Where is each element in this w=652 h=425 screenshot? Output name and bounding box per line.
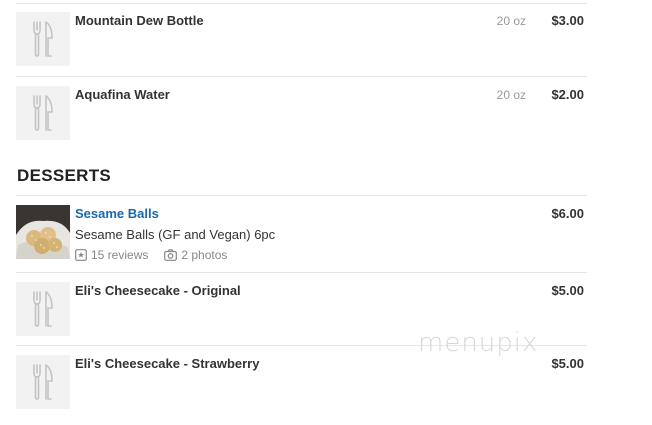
menu-item[interactable]: Sesame Balls Sesame Balls (GF and Vegan)… (16, 205, 587, 263)
item-name[interactable]: Eli's Cheesecake - Strawberry (75, 356, 259, 371)
utensils-icon-graphic (33, 95, 53, 131)
food-photo-graphic (16, 205, 70, 259)
review-icon (75, 249, 87, 261)
utensils-icon (16, 86, 70, 140)
item-price: $2.00 (551, 87, 584, 102)
menu-item[interactable]: Eli's Cheesecake - Strawberry $5.00 (16, 355, 587, 411)
menu-item[interactable]: Aquafina Water 20 oz $2.00 (16, 86, 587, 142)
reviews-link[interactable]: 15 reviews (91, 248, 148, 262)
item-size: 20 oz (496, 88, 526, 102)
item-description: Sesame Balls (GF and Vegan) 6pc (75, 227, 276, 242)
section-title: DESSERTS (17, 166, 112, 185)
item-name-link[interactable]: Sesame Balls (75, 206, 159, 221)
separator (16, 3, 587, 4)
item-price: $5.00 (551, 356, 584, 371)
utensils-icon-graphic (33, 364, 53, 400)
photos-link[interactable]: 2 photos (181, 248, 227, 262)
utensils-icon-graphic (33, 21, 53, 57)
utensils-icon (16, 12, 70, 66)
camera-icon (164, 249, 178, 261)
separator (16, 272, 587, 273)
menu-item[interactable]: Mountain Dew Bottle 20 oz $3.00 (16, 12, 587, 68)
utensils-icon (16, 355, 70, 409)
item-price: $6.00 (551, 206, 584, 221)
separator (16, 76, 587, 77)
utensils-icon (16, 282, 70, 336)
watermark-logo: menupix (418, 328, 539, 358)
utensils-icon-graphic (33, 291, 53, 327)
item-price: $3.00 (551, 13, 584, 28)
item-name[interactable]: Eli's Cheesecake - Original (75, 283, 241, 298)
separator (16, 195, 587, 196)
item-size: 20 oz (496, 14, 526, 28)
item-meta: 15 reviews 2 photos (75, 248, 227, 262)
item-name[interactable]: Mountain Dew Bottle (75, 13, 204, 28)
sesame-balls-photo[interactable] (16, 205, 70, 259)
item-name[interactable]: Aquafina Water (75, 87, 170, 102)
item-price: $5.00 (551, 283, 584, 298)
